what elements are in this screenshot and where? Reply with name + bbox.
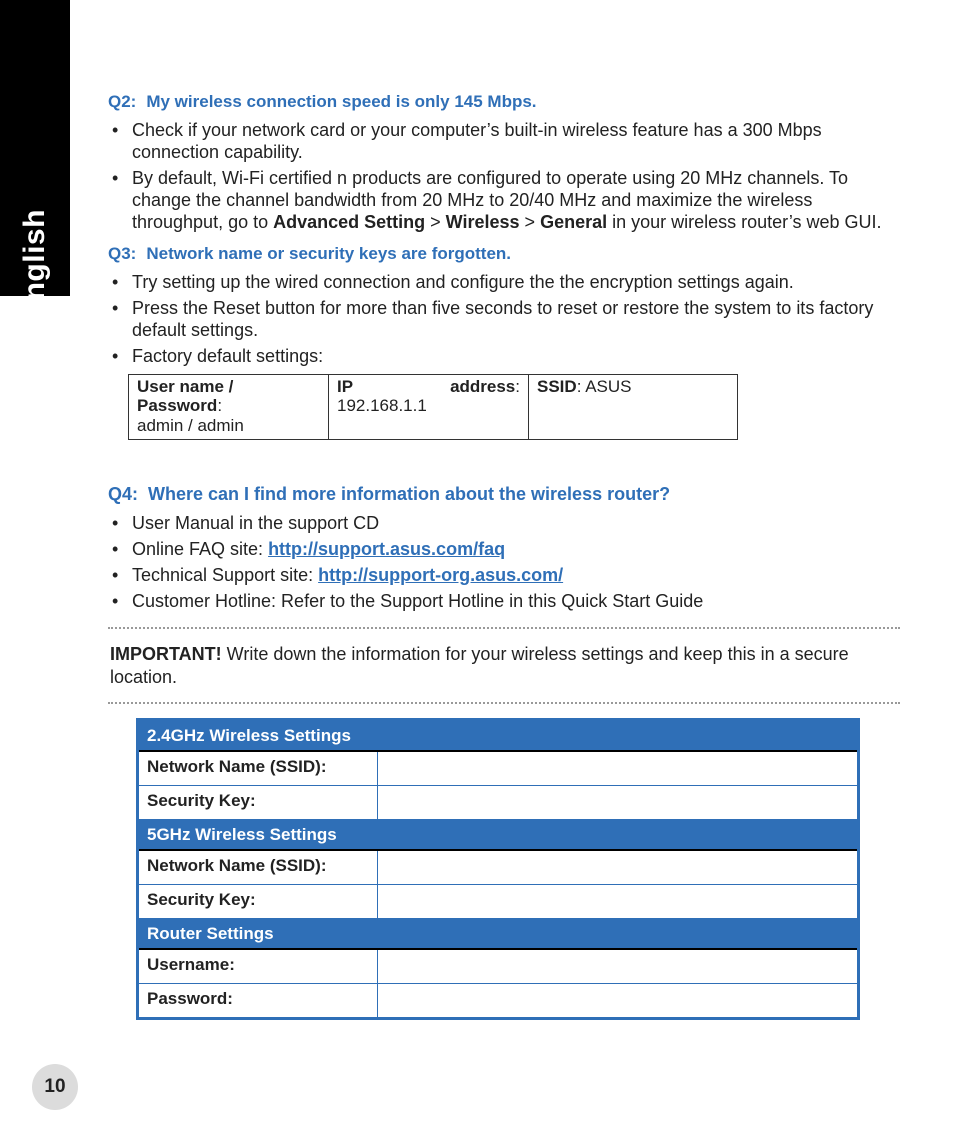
text: Technical Support site: [132, 565, 318, 585]
content-area: Q2: My wireless connection speed is only… [108, 82, 900, 1020]
settings-record-table: 2.4GHz Wireless Settings Network Name (S… [136, 718, 860, 1020]
table-row: Password: [138, 984, 859, 1019]
label: SSID [537, 377, 577, 396]
list-item: Press the Reset button for more than fiv… [108, 298, 900, 342]
faq-q4-heading: Q4: Where can I find more information ab… [108, 484, 900, 505]
field-label: Username: [138, 949, 378, 984]
text: > [520, 212, 541, 232]
section-header-router: Router Settings [138, 919, 859, 950]
defaults-ip-cell: IP address: 192.168.1.1 [329, 374, 529, 440]
language-label: English [18, 209, 52, 321]
faq-q3-heading: Q3: Network name or security keys are fo… [108, 244, 900, 264]
list-item: Factory default settings: [108, 346, 900, 368]
field-label: Security Key: [138, 786, 378, 820]
divider [108, 627, 900, 629]
list-item: Customer Hotline: Refer to the Support H… [108, 591, 900, 613]
language-tab: English [0, 0, 70, 296]
factory-defaults-table: User name / Password: admin / admin IP ad… [128, 374, 738, 441]
table-row: Network Name (SSID): [138, 850, 859, 885]
faq-q4-list: User Manual in the support CD Online FAQ… [108, 513, 900, 613]
text: Online FAQ site: [132, 539, 268, 559]
field-label: Security Key: [138, 885, 378, 919]
colon: : [515, 377, 520, 396]
faq-q2-number: Q2: [108, 92, 136, 112]
text: > [425, 212, 446, 232]
divider [108, 702, 900, 704]
faq-link[interactable]: http://support.asus.com/faq [268, 539, 505, 559]
colon: : [217, 396, 222, 415]
faq-q2-heading: Q2: My wireless connection speed is only… [108, 92, 900, 112]
table-row: Network Name (SSID): [138, 751, 859, 786]
faq-q2-list: Check if your network card or your compu… [108, 120, 900, 234]
defaults-userpass-cell: User name / Password: admin / admin [129, 374, 329, 440]
section-title: 2.4GHz Wireless Settings [138, 720, 859, 752]
defaults-ssid-cell: SSID: ASUS [529, 374, 738, 440]
field-label: Password: [138, 984, 378, 1019]
table-row: Security Key: [138, 885, 859, 919]
page: English Q2: My wireless connection speed… [0, 0, 954, 1132]
field-value-blank [378, 850, 859, 885]
value: admin / admin [137, 416, 244, 435]
field-label: Network Name (SSID): [138, 751, 378, 786]
important-note: IMPORTANT! Write down the information fo… [108, 643, 900, 688]
field-value-blank [378, 984, 859, 1019]
table-row: Username: [138, 949, 859, 984]
label: IP [337, 377, 353, 397]
field-label: Network Name (SSID): [138, 850, 378, 885]
faq-q4-number: Q4: [108, 484, 138, 505]
support-link[interactable]: http://support-org.asus.com/ [318, 565, 563, 585]
list-item: Try setting up the wired connection and … [108, 272, 900, 294]
important-text: Write down the information for your wire… [110, 644, 849, 687]
important-label: IMPORTANT! [110, 644, 222, 664]
list-item: User Manual in the support CD [108, 513, 900, 535]
path-wireless: Wireless [446, 212, 520, 232]
value: 192.168.1.1 [337, 396, 427, 415]
page-number: 10 [32, 1064, 78, 1110]
section-title: Router Settings [138, 919, 859, 950]
list-item: By default, Wi-Fi certified n products a… [108, 168, 900, 234]
table-row: Security Key: [138, 786, 859, 820]
field-value-blank [378, 751, 859, 786]
field-value-blank [378, 786, 859, 820]
list-item: Check if your network card or your compu… [108, 120, 900, 164]
section-header-24ghz: 2.4GHz Wireless Settings [138, 720, 859, 752]
field-value-blank [378, 885, 859, 919]
colon: : [577, 377, 586, 396]
field-value-blank [378, 949, 859, 984]
path-advanced: Advanced Setting [273, 212, 425, 232]
list-item: Technical Support site: http://support-o… [108, 565, 900, 587]
value: ASUS [585, 377, 631, 396]
faq-q3-list: Try setting up the wired connection and … [108, 272, 900, 368]
faq-q2-text: My wireless connection speed is only 145… [146, 92, 536, 112]
label: address [450, 377, 515, 396]
list-item: Online FAQ site: http://support.asus.com… [108, 539, 900, 561]
faq-q3-number: Q3: [108, 244, 136, 264]
faq-q4-text: Where can I find more information about … [148, 484, 670, 505]
faq-q3-text: Network name or security keys are forgot… [146, 244, 511, 264]
path-general: General [540, 212, 607, 232]
table-row: User name / Password: admin / admin IP ad… [129, 374, 738, 440]
section-title: 5GHz Wireless Settings [138, 820, 859, 851]
text: in your wireless router’s web GUI. [607, 212, 881, 232]
section-header-5ghz: 5GHz Wireless Settings [138, 820, 859, 851]
